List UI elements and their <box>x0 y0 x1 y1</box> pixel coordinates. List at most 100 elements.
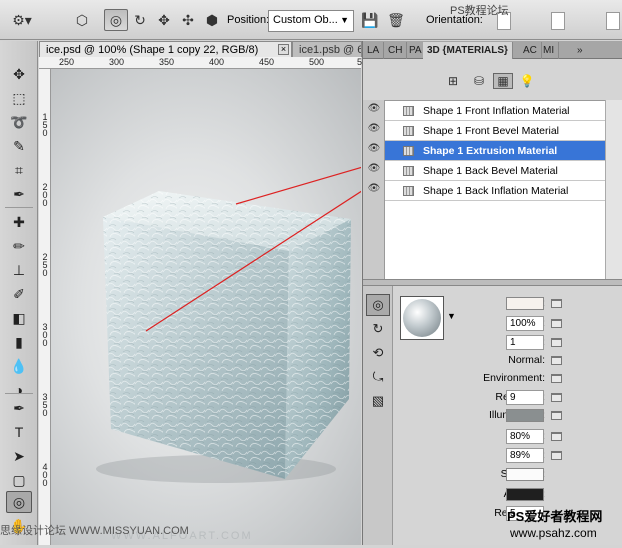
ambient-color-swatch[interactable] <box>506 488 544 501</box>
path-selection-tool-icon[interactable]: ➤ <box>6 445 32 467</box>
3d-rotate-tool-icon[interactable]: ◎ <box>6 491 32 513</box>
lasso-tool-icon[interactable]: ➰ <box>6 111 32 133</box>
tab-layers[interactable]: LA <box>363 42 385 59</box>
eye-icon[interactable]: 👁 <box>367 184 381 194</box>
scene-filter-icon[interactable]: ⊞ <box>443 73 463 89</box>
list-scrollbar[interactable] <box>605 100 622 280</box>
list-item[interactable]: Shape 1 Front Inflation Material <box>385 101 605 121</box>
eraser-tool-icon[interactable]: ◧ <box>6 307 32 329</box>
horizontal-ruler: 250 300 350 400 450 500 550 <box>39 57 372 69</box>
canvas[interactable]: WWW.ALFOART.COM <box>51 69 429 545</box>
brush-tool-icon[interactable]: ✏ <box>6 235 32 257</box>
list-item[interactable]: Shape 1 Back Bevel Material <box>385 161 605 181</box>
material-swatch-icon <box>403 146 414 156</box>
tab-channels[interactable]: CH <box>384 42 408 59</box>
return-to-initial-position-icon[interactable]: ⬡ <box>70 9 94 31</box>
materials-list: Shape 1 Front Inflation Material Shape 1… <box>385 100 622 280</box>
eye-icon[interactable]: 👁 <box>367 124 381 134</box>
history-brush-tool-icon[interactable]: ✐ <box>6 283 32 305</box>
material-swatch-icon <box>403 186 414 196</box>
options-bar: ⚙▾ ⬡ ◎ ↻ ✥ ✣ ⬢ Position: Custom Ob... ▼ … <box>0 0 622 40</box>
texture-folder-icon[interactable] <box>551 451 562 460</box>
texture-folder-icon[interactable] <box>551 356 562 365</box>
opacity-field[interactable]: 100% <box>506 316 544 331</box>
3d-tool-preset-icon[interactable]: ⚙▾ <box>10 9 34 31</box>
material-slide-icon[interactable]: ⤿ <box>366 366 390 388</box>
orientation-y-field[interactable] <box>551 12 565 30</box>
list-item[interactable]: Shape 1 Front Bevel Material <box>385 121 605 141</box>
material-drag-icon[interactable]: ⟲ <box>366 342 390 364</box>
material-select-icon[interactable]: ▧ <box>366 390 390 412</box>
eye-icon[interactable]: 👁 <box>367 164 381 174</box>
eyedropper-tool-icon[interactable]: ✒ <box>6 183 32 205</box>
slide-3d-icon[interactable]: ✣ <box>176 9 200 31</box>
bump-field[interactable]: 1 <box>506 335 544 350</box>
clone-stamp-tool-icon[interactable]: ⊥ <box>6 259 32 281</box>
type-tool-icon[interactable]: T <box>6 421 32 443</box>
list-item[interactable]: Shape 1 Back Inflation Material <box>385 181 605 201</box>
save-position-icon[interactable]: 💾 <box>358 9 382 31</box>
document-window: ice.psd @ 100% (Shape 1 copy 22, RGB/8) … <box>39 41 429 545</box>
document-tab-ice[interactable]: ice.psd @ 100% (Shape 1 copy 22, RGB/8) … <box>39 41 292 57</box>
panel-tabs: LA CH PA 3D {MATERIALS} AC MI » <box>363 41 622 59</box>
watermark-bottom-right: PS爱好者教程网 <box>507 509 603 524</box>
close-icon[interactable]: × <box>278 44 289 55</box>
watermark-top: PS教程论坛 <box>450 5 509 17</box>
vertical-ruler: 1 5 0 2 0 0 2 5 0 3 0 0 3 5 0 4 0 0 <box>39 69 51 545</box>
chevron-down-icon: ▼ <box>340 15 349 25</box>
list-item-selected[interactable]: Shape 1 Extrusion Material <box>385 141 605 161</box>
position-select[interactable]: Custom Ob... ▼ <box>268 10 354 32</box>
toolbar-divider <box>5 207 33 208</box>
pen-tool-icon[interactable]: ✒ <box>6 397 32 419</box>
gradient-tool-icon[interactable]: ▮ <box>6 331 32 353</box>
material-roll-icon[interactable]: ↻ <box>366 318 390 340</box>
toolbar-divider <box>5 393 33 394</box>
eye-icon[interactable]: 👁 <box>367 104 381 114</box>
drag-3d-icon[interactable]: ✥ <box>152 9 176 31</box>
document-tab-ice1[interactable]: ice1.psb @ 66.7% (L... <box>292 41 362 57</box>
shine-field[interactable]: 89% <box>506 448 544 463</box>
orientation-z-field[interactable] <box>606 12 620 30</box>
texture-folder-icon[interactable] <box>551 411 562 420</box>
texture-folder-icon[interactable] <box>551 338 562 347</box>
reflection-field[interactable]: 9 <box>506 390 544 405</box>
texture-folder-icon[interactable] <box>551 319 562 328</box>
tab-3d-materials[interactable]: 3D {MATERIALS} <box>423 42 513 59</box>
position-label: Position: <box>227 14 270 26</box>
quick-selection-tool-icon[interactable]: ✎ <box>6 135 32 157</box>
move-tool-icon[interactable]: ✥ <box>6 63 32 85</box>
materials-filter-icon[interactable]: ▦ <box>493 73 513 89</box>
3d-filter-bar: ⊞ ⛁ ▦ 💡 <box>363 60 622 100</box>
watermark-bottom-right-url: www.psahz.com <box>510 526 597 540</box>
healing-brush-tool-icon[interactable]: ✚ <box>6 211 32 233</box>
eye-icon[interactable]: 👁 <box>367 144 381 154</box>
material-tools-column: ◎ ↻ ⟲ ⤿ ▧ <box>363 286 393 545</box>
marquee-tool-icon[interactable]: ⬚ <box>6 87 32 109</box>
tab-mini-bridge[interactable]: MI <box>539 42 560 59</box>
roll-3d-icon[interactable]: ↻ <box>128 9 152 31</box>
specular-color-swatch[interactable] <box>506 468 544 481</box>
panel-menu-icon[interactable]: » <box>573 42 587 59</box>
lights-filter-icon[interactable]: 💡 <box>517 73 537 89</box>
delete-position-icon[interactable]: 🗑 <box>384 9 408 31</box>
mesh-filter-icon[interactable]: ⛁ <box>469 73 489 89</box>
material-rotate-icon[interactable]: ◎ <box>366 294 390 316</box>
tools-panel: ✥ ⬚ ➰ ✎ ⌗ ✒ ✚ ✏ ⊥ ✐ ◧ ▮ 💧 ◑ ✒ T ➤ ▢ ◎ ✋ <box>0 41 38 545</box>
blur-tool-icon[interactable]: 💧 <box>6 355 32 377</box>
scale-3d-icon[interactable]: ⬢ <box>200 9 224 31</box>
texture-folder-icon[interactable] <box>551 299 562 308</box>
material-swatch-icon <box>403 166 414 176</box>
watermark-bottom-left: 思缘设计论坛 WWW.MISSYUAN.COM <box>0 525 189 537</box>
texture-folder-icon[interactable] <box>551 432 562 441</box>
panel-divider-handle[interactable] <box>363 279 622 286</box>
shape-tool-icon[interactable]: ▢ <box>6 469 32 491</box>
rotate-3d-icon[interactable]: ◎ <box>104 9 128 31</box>
annotation-line-top <box>235 147 429 205</box>
gloss-field[interactable]: 80% <box>506 429 544 444</box>
diffuse-color-swatch[interactable] <box>506 297 544 310</box>
illumination-color-swatch[interactable] <box>506 409 544 422</box>
crop-tool-icon[interactable]: ⌗ <box>6 159 32 181</box>
visibility-column: 👁 👁 👁 👁 👁 <box>363 100 385 280</box>
texture-folder-icon[interactable] <box>551 374 562 383</box>
texture-folder-icon[interactable] <box>551 393 562 402</box>
